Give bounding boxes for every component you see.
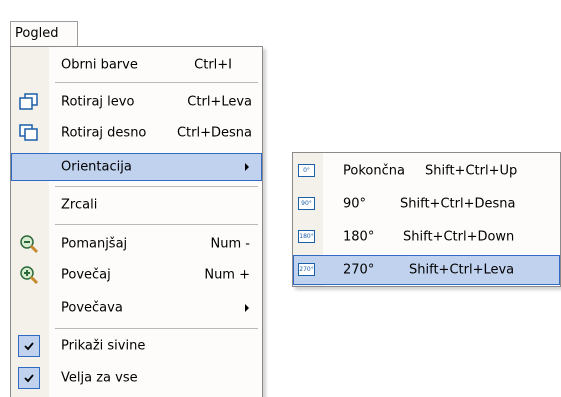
submenu-item-pokoncna[interactable]: 0° Pokončna Shift+Ctrl+Up [293,156,560,186]
menu-item-shortcut: Num - [210,236,250,252]
orientation-270-icon: 270° [298,263,315,276]
orientation-90-icon: 90° [298,197,315,210]
menu-item-obrni-barve[interactable]: Obrni barve Ctrl+I [11,51,262,79]
menu-item-zrcali[interactable]: Zrcali [11,191,262,219]
zoom-out-icon [18,234,40,254]
menu-item-shortcut: Ctrl+Leva [187,94,252,110]
submenu-item-shortcut: Shift+Ctrl+Desna [400,196,516,212]
submenu-arrow-icon [245,163,249,171]
menu-separator [55,224,258,225]
menu-separator [55,82,258,83]
submenu-item-shortcut: Shift+Ctrl+Down [403,229,515,245]
menu-item-label: Rotiraj levo [61,94,135,110]
menu-item-velja-za-vse[interactable]: Velja za vse [11,364,262,392]
submenu-item-180[interactable]: 180° 180° Shift+Ctrl+Down [293,222,560,252]
submenu-item-shortcut: Shift+Ctrl+Up [425,163,518,179]
menu-item-label: Rotiraj desno [61,125,147,141]
pogled-dropdown: Obrni barve Ctrl+I Rotiraj levo Ctrl+Lev… [10,46,263,397]
submenu-item-90[interactable]: 90° 90° Shift+Ctrl+Desna [293,189,560,219]
menu-item-prikazi-sivine[interactable]: Prikaži sivine [11,332,262,360]
rotate-left-icon [18,92,40,112]
orientation-0-icon: 0° [298,164,315,177]
submenu-item-label: 270° [343,262,375,278]
menu-item-povecava[interactable]: Povečava [11,294,262,322]
menu-item-orientacija[interactable]: Orientacija [11,153,262,181]
orientation-180-icon: 180° [298,230,315,243]
zoom-in-icon [18,265,40,285]
submenu-item-shortcut: Shift+Ctrl+Leva [409,262,515,278]
submenu-item-270[interactable]: 270° 270° Shift+Ctrl+Leva [293,255,560,285]
checkmark-icon [18,367,40,389]
submenu-item-label: 90° [343,196,367,212]
menu-pogled[interactable]: Pogled [10,21,78,47]
menu-item-pomanjsaj[interactable]: Pomanjšaj Num - [11,230,262,258]
rotate-right-icon [18,123,40,143]
menu-item-rotiraj-desno[interactable]: Rotiraj desno Ctrl+Desna [11,119,262,147]
submenu-item-label: 180° [343,229,375,245]
menu-item-label: Orientacija [61,159,132,175]
menu-item-shortcut: Ctrl+Desna [176,125,252,141]
menu-pogled-label: Pogled [15,26,59,41]
menu-item-label: Zrcali [61,197,98,213]
submenu-arrow-icon [245,304,249,312]
menu-separator [55,328,258,329]
menu-item-rotiraj-levo[interactable]: Rotiraj levo Ctrl+Leva [11,88,262,116]
menu-item-label: Velja za vse [61,370,138,386]
menu-item-shortcut: Num + [204,267,250,283]
checkmark-icon [18,335,40,357]
menu-item-povecaj[interactable]: Povečaj Num + [11,261,262,289]
menu-item-label: Povečava [61,300,123,316]
menu-item-label: Prikaži sivine [61,338,146,354]
menu-separator [55,186,258,187]
orientacija-submenu: 0° Pokončna Shift+Ctrl+Up 90° 90° Shift+… [292,152,561,287]
menu-item-label: Povečaj [61,267,111,283]
menu-item-label: Pomanjšaj [61,236,128,252]
submenu-item-label: Pokončna [343,163,405,179]
menu-item-label: Obrni barve [61,57,138,73]
menu-item-shortcut: Ctrl+I [194,57,232,73]
